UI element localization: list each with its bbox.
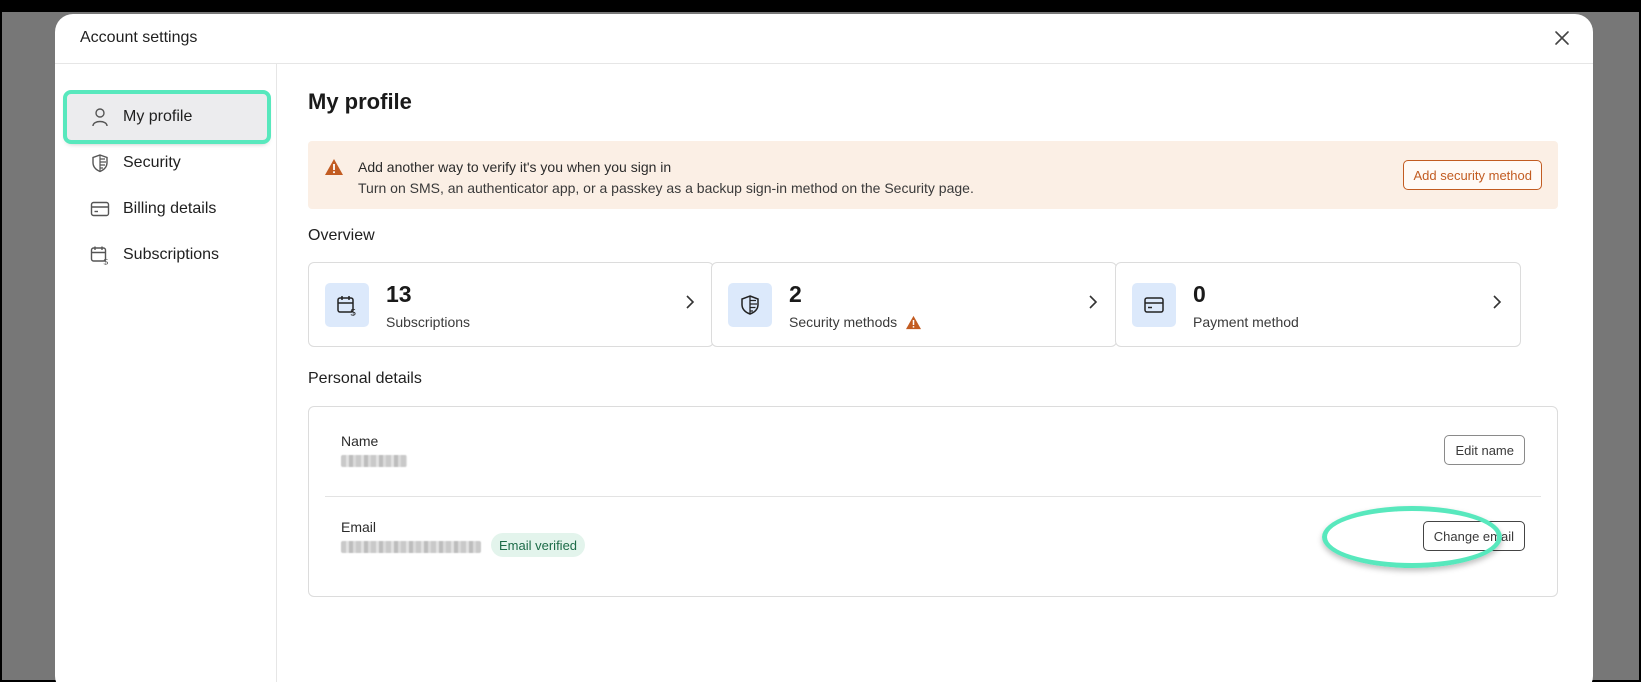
sidebar-item-label: Billing details	[123, 200, 217, 217]
payment-method-card[interactable]: 0 Payment method	[1115, 262, 1521, 347]
personal-details-panel: Name Edit name Email Email verified Chan…	[308, 406, 1558, 597]
sidebar: My profile Security Billing details $ Su…	[55, 64, 277, 682]
sidebar-item-label: Security	[123, 154, 181, 171]
edit-name-button[interactable]: Edit name	[1444, 435, 1525, 465]
close-button[interactable]	[1549, 25, 1575, 51]
sidebar-item-security[interactable]: Security	[67, 140, 267, 186]
subscriptions-card[interactable]: $ 13 Subscriptions	[308, 262, 714, 347]
security-methods-count: 2	[789, 281, 802, 307]
warning-icon	[324, 158, 344, 181]
chevron-right-icon	[1088, 294, 1098, 315]
calendar-dollar-icon: $	[325, 283, 369, 327]
personal-details-heading: Personal details	[308, 370, 422, 387]
redacted-name-value	[341, 455, 407, 467]
payment-method-label: Payment method	[1193, 314, 1299, 330]
redacted-email-value	[341, 541, 481, 553]
payment-method-count: 0	[1193, 281, 1206, 307]
sidebar-item-label: My profile	[123, 108, 193, 125]
security-methods-card[interactable]: 2 Security methods	[711, 262, 1117, 347]
change-email-button[interactable]: Change email	[1422, 521, 1525, 551]
overview-heading: Overview	[308, 227, 375, 244]
chevron-right-icon	[1492, 294, 1502, 315]
email-label: Email	[341, 519, 377, 535]
card-label-text: Subscriptions	[386, 314, 471, 330]
sidebar-item-billing-details[interactable]: Billing details	[67, 186, 267, 232]
calendar-dollar-icon: $	[89, 244, 111, 266]
add-security-method-button[interactable]: Add security method	[1403, 160, 1542, 190]
alert-body: Turn on SMS, an authenticator app, or a …	[358, 180, 974, 196]
subscriptions-label: Subscriptions	[386, 314, 470, 330]
svg-text:$: $	[350, 308, 356, 317]
email-verified-badge: Email verified	[491, 533, 586, 557]
person-icon	[89, 106, 111, 128]
shield-icon	[728, 283, 772, 327]
security-methods-label: Security methods	[789, 314, 922, 330]
subscriptions-count: 13	[386, 281, 412, 307]
close-icon	[1555, 31, 1569, 45]
modal-title: Account settings	[80, 29, 198, 46]
warning-icon	[905, 315, 922, 330]
sidebar-item-label: Subscriptions	[123, 246, 220, 263]
card-label-text: Security methods	[789, 314, 898, 330]
sidebar-item-my-profile[interactable]: My profile	[63, 90, 271, 144]
modal-header: Account settings	[55, 14, 1593, 64]
account-settings-modal: Account settings My profile Security Bil…	[55, 14, 1593, 682]
name-label: Name	[341, 433, 379, 449]
divider	[325, 496, 1541, 497]
shield-icon	[89, 152, 111, 174]
credit-card-icon	[89, 198, 111, 220]
alert-title: Add another way to verify it's you when …	[358, 159, 672, 175]
svg-text:$: $	[103, 258, 109, 266]
sidebar-item-subscriptions[interactable]: $ Subscriptions	[67, 232, 267, 278]
chevron-right-icon	[685, 294, 695, 315]
main-content: My profile Add another way to verify it'…	[277, 64, 1593, 682]
page-title: My profile	[308, 89, 412, 114]
credit-card-icon	[1132, 283, 1176, 327]
card-label-text: Payment method	[1193, 314, 1299, 330]
security-alert: Add another way to verify it's you when …	[308, 141, 1558, 209]
